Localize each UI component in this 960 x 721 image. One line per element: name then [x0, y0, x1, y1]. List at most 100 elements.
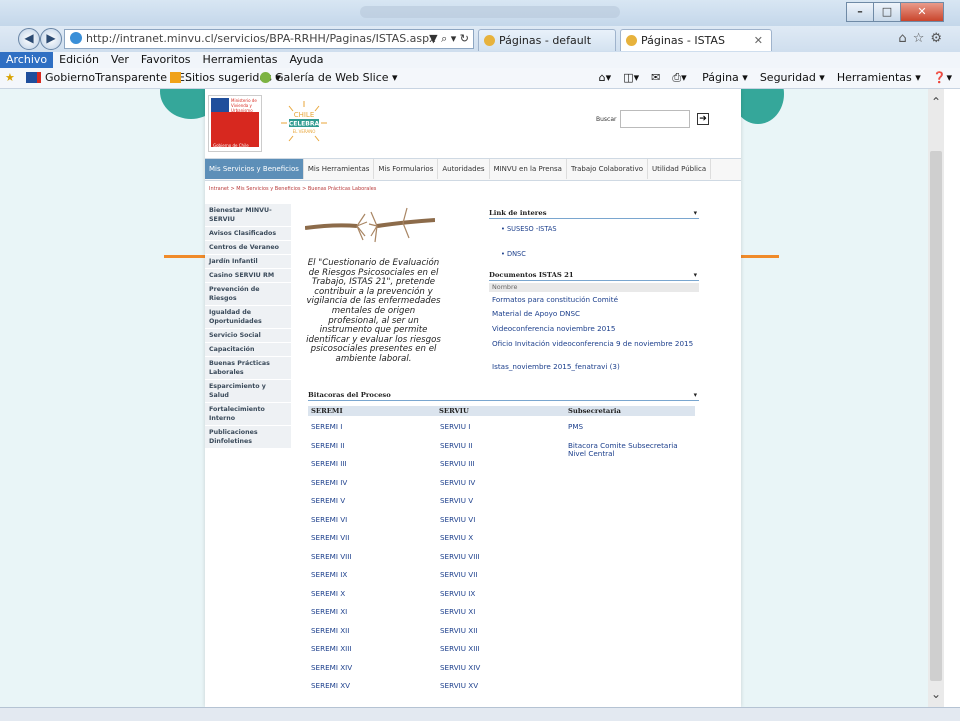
forward-button[interactable]: ▶ [40, 28, 62, 50]
cmd-pagina[interactable]: Página ▾ [702, 71, 748, 84]
home-icon[interactable]: ⌂▾ [599, 71, 612, 84]
menu-ver[interactable]: Ver [105, 52, 135, 68]
sidebar-item-prevencion[interactable]: Prevención de Riesgos [205, 283, 291, 306]
nav-mis-servicios[interactable]: Mis Servicios y Beneficios [205, 159, 304, 179]
maximize-button[interactable]: □ [873, 2, 901, 22]
nav-trabajo-colaborativo[interactable]: Trabajo Colaborativo [567, 159, 648, 179]
sidebar-item-fortalecimiento[interactable]: Fortalecimiento Interno [205, 403, 291, 426]
menu-ayuda[interactable]: Ayuda [283, 52, 329, 68]
help-icon[interactable]: ❓▾ [933, 71, 952, 84]
document-link[interactable]: Oficio Invitación videoconferencia 9 de … [492, 339, 701, 349]
nav-mis-herramientas[interactable]: Mis Herramientas [304, 159, 375, 179]
bitacora-link-serviu[interactable]: SERVIU III [440, 459, 475, 469]
search-input[interactable] [620, 110, 690, 128]
document-link[interactable]: Videoconferencia noviembre 2015 [492, 324, 701, 334]
bitacora-link-serviu[interactable]: SERVIU XIV [440, 663, 480, 673]
bitacora-link-serviu[interactable]: SERVIU V [440, 496, 473, 506]
sidebar-item-buenas-practicas[interactable]: Buenas Prácticas Laborales [205, 357, 291, 380]
cmd-herramientas[interactable]: Herramientas ▾ [837, 71, 921, 84]
sidebar-item-casino[interactable]: Casino SERVIU RM [205, 269, 291, 283]
fav-web-slice[interactable]: Galería de Web Slice ▾ [260, 68, 398, 87]
bitacora-link-seremi[interactable]: SEREMI I [311, 422, 342, 432]
chevron-down-icon[interactable]: ▾ [694, 271, 697, 279]
address-bar[interactable]: http://intranet.minvu.cl/servicios/BPA-R… [64, 29, 474, 49]
menu-edicion[interactable]: Edición [53, 52, 105, 68]
bitacora-link-serviu[interactable]: SERVIU IV [440, 478, 475, 488]
close-tab-icon[interactable]: ✕ [754, 30, 763, 51]
breadcrumb[interactable]: Intranet > Mis Servicios y Beneficios > … [209, 186, 376, 192]
bitacora-link-serviu[interactable]: SERVIU XIII [440, 644, 480, 654]
bitacora-link-seremi[interactable]: SEREMI X [311, 589, 345, 599]
cmd-seguridad[interactable]: Seguridad ▾ [760, 71, 825, 84]
gear-icon[interactable]: ⚙ [930, 31, 948, 46]
bitacora-link-serviu[interactable]: SERVIU XV [440, 681, 478, 691]
bitacora-link-seremi[interactable]: SEREMI XV [311, 681, 350, 691]
scrollbar-thumb[interactable] [930, 151, 942, 681]
bitacora-link-seremi[interactable]: SEREMI IX [311, 570, 347, 580]
favorites-star-icon[interactable]: ☆ [913, 31, 931, 46]
sidebar-item-avisos[interactable]: Avisos Clasificados [205, 227, 291, 241]
bitacora-link-serviu[interactable]: SERVIU VII [440, 570, 477, 580]
bitacora-link-seremi[interactable]: SEREMI VIII [311, 552, 352, 562]
back-button[interactable]: ◀ [18, 28, 40, 50]
sidebar-item-centros-veraneo[interactable]: Centros de Veraneo [205, 241, 291, 255]
tab-default[interactable]: Páginas - default [478, 29, 616, 51]
chevron-down-icon[interactable]: ▾ [694, 391, 697, 399]
minimize-button[interactable]: – [846, 2, 874, 22]
print-icon[interactable]: ⎙▾ [672, 71, 686, 84]
bitacora-link-seremi[interactable]: SEREMI VI [311, 515, 347, 525]
mail-icon[interactable]: ✉ [651, 71, 660, 84]
nav-minvu-prensa[interactable]: MINVU en la Prensa [490, 159, 567, 179]
sidebar-item-publicaciones[interactable]: Publicaciones Dinfoletines [205, 426, 291, 449]
bitacora-link-serviu[interactable]: SERVIU XII [440, 626, 477, 636]
bitacora-link-seremi[interactable]: SEREMI XI [311, 607, 347, 617]
link-dnsc[interactable]: • DNSC [501, 250, 526, 258]
document-link[interactable]: Istas_noviembre 2015_fenatravi (3) [492, 362, 701, 372]
scroll-up-icon[interactable]: ⌃ [928, 95, 944, 109]
bitacora-link-subsecretaria[interactable]: Bitacora Comite Subsecretaria Nivel Cent… [568, 441, 688, 459]
close-window-button[interactable]: ✕ [900, 2, 944, 22]
sidebar-item-jardin[interactable]: Jardín Infantil [205, 255, 291, 269]
nav-mis-formularios[interactable]: Mis Formularios [374, 159, 439, 179]
bitacora-link-subsecretaria[interactable]: PMS [568, 422, 688, 432]
sidebar-item-servicio-social[interactable]: Servicio Social [205, 329, 291, 343]
nav-autoridades[interactable]: Autoridades [438, 159, 490, 179]
chevron-down-icon[interactable]: ▾ [694, 209, 697, 217]
bitacora-link-seremi[interactable]: SEREMI XIV [311, 663, 352, 673]
nav-utilidad-publica[interactable]: Utilidad Pública [648, 159, 712, 179]
sidebar-item-bienestar[interactable]: Bienestar MINVU-SERVIU [205, 204, 291, 227]
favorites-star-icon[interactable]: ★ [5, 68, 15, 87]
documents-column-header[interactable]: Nombre [489, 283, 699, 292]
bitacora-link-serviu[interactable]: SERVIU XI [440, 607, 475, 617]
menu-archivo[interactable]: Archivo [0, 52, 54, 68]
bitacora-link-serviu[interactable]: SERVIU I [440, 422, 470, 432]
bitacora-link-serviu[interactable]: SERVIU X [440, 533, 473, 543]
bitacora-link-seremi[interactable]: SEREMI IV [311, 478, 347, 488]
sidebar-item-capacitacion[interactable]: Capacitación [205, 343, 291, 357]
bitacora-link-serviu[interactable]: SERVIU II [440, 441, 473, 451]
home-icon[interactable]: ⌂ [898, 31, 912, 46]
search-go-button[interactable]: ➔ [697, 113, 709, 125]
bitacora-link-serviu[interactable]: SERVIU VIII [440, 552, 480, 562]
sidebar-item-igualdad[interactable]: Igualdad de Oportunidades [205, 306, 291, 329]
link-suseso-istas[interactable]: • SUSESO -ISTAS [501, 225, 557, 233]
bitacora-link-seremi[interactable]: SEREMI XII [311, 626, 349, 636]
bitacora-link-seremi[interactable]: SEREMI V [311, 496, 345, 506]
bitacora-link-seremi[interactable]: SEREMI XIII [311, 644, 352, 654]
bitacora-link-serviu[interactable]: SERVIU VI [440, 515, 475, 525]
rss-icon[interactable]: ◫▾ [623, 71, 639, 84]
menu-herramientas[interactable]: Herramientas [197, 52, 284, 68]
vertical-scrollbar[interactable]: ⌃ ⌄ [928, 89, 944, 707]
minvu-logo[interactable]: Ministerio de Vivienda y Urbanismo Gobiern… [208, 95, 262, 152]
document-link[interactable]: Formatos para constitución Comité [492, 295, 701, 305]
scroll-down-icon[interactable]: ⌄ [928, 687, 944, 701]
menu-favoritos[interactable]: Favoritos [135, 52, 197, 68]
document-link[interactable]: Material de Apoyo DNSC [492, 309, 701, 319]
bitacora-link-seremi[interactable]: SEREMI II [311, 441, 344, 451]
bitacora-link-serviu[interactable]: SERVIU IX [440, 589, 475, 599]
bitacora-link-seremi[interactable]: SEREMI VII [311, 533, 349, 543]
bitacora-link-seremi[interactable]: SEREMI III [311, 459, 347, 469]
sidebar-item-esparcimiento[interactable]: Esparcimiento y Salud [205, 380, 291, 403]
address-tools[interactable]: ▼ ⌕ ▾ ↻ [429, 30, 469, 48]
tab-istas[interactable]: Páginas - ISTAS ✕ [620, 29, 772, 51]
